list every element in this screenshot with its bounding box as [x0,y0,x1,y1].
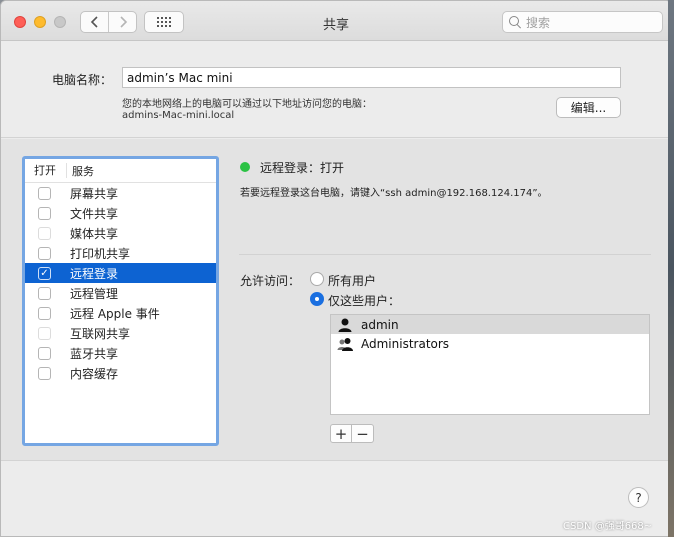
service-checkbox[interactable] [38,246,51,260]
local-address: admins-Mac-mini.local [122,110,235,121]
service-checkbox[interactable] [38,226,51,240]
add-user-button[interactable]: + [330,424,352,443]
service-label: 互联网共享 [70,326,131,341]
user-icon [338,318,352,332]
service-label: 文件共享 [70,206,119,221]
preferences-window: 共享 搜索 电脑名称： 您的本地网络上的电脑可以通过以下地址访问您的电脑： ad… [0,0,672,537]
help-button[interactable]: ? [628,487,649,508]
sharing-main: 打开 服务 屏幕共享文件共享媒体共享打印机共享 ✓ 远程登录远程管理远程 Apple… [1,139,671,461]
header-on: 打开 [25,163,67,178]
edit-button[interactable]: 编辑... [556,97,621,118]
service-checkbox[interactable] [38,206,51,220]
status-text: 远程登录：打开 [260,161,345,175]
allow-access-label: 允许访问： [240,274,301,288]
divider [239,254,651,255]
titlebar: 共享 搜索 [1,1,671,41]
service-row[interactable]: 打印机共享 [25,243,216,263]
status-description: 若要远程登录这台电脑，请键入“ssh admin@192.168.124.174… [240,188,548,199]
service-checkbox[interactable] [38,366,51,380]
desktop-background [668,0,674,537]
service-checkbox[interactable] [38,326,51,340]
service-label: 蓝牙共享 [70,346,119,361]
service-row[interactable]: 文件共享 [25,203,216,223]
service-label: 远程登录 [70,266,119,281]
user-name: Administrators [361,336,450,351]
service-row[interactable]: 互联网共享 [25,323,216,343]
group-icon [337,337,353,351]
service-checkbox[interactable] [38,286,51,300]
service-label: 媒体共享 [70,226,119,241]
service-label: 打印机共享 [70,246,131,261]
service-row[interactable]: 远程管理 [25,283,216,303]
services-header: 打开 服务 [25,159,216,183]
service-row[interactable]: 远程 Apple 事件 [25,303,216,323]
service-checkbox[interactable] [38,186,51,200]
service-checkbox[interactable] [38,346,51,360]
service-label: 远程 Apple 事件 [70,306,160,321]
computer-name-section: 电脑名称： 您的本地网络上的电脑可以通过以下地址访问您的电脑： admins-M… [1,42,671,138]
service-checkbox[interactable]: ✓ [38,266,51,280]
watermark: CSDN @强哥668~ [563,521,653,532]
service-row[interactable]: 蓝牙共享 [25,343,216,363]
search-field[interactable]: 搜索 [502,11,663,33]
user-row-administrators[interactable]: Administrators [331,334,649,353]
radio-these-users-label[interactable]: 仅这些用户： [328,292,400,309]
users-list: admin Administrators [330,314,650,415]
service-label: 远程管理 [70,286,119,301]
service-checkbox[interactable] [38,306,51,320]
remove-user-button[interactable]: − [352,424,374,443]
search-placeholder: 搜索 [526,15,551,30]
service-label: 屏幕共享 [70,186,119,201]
computer-name-label: 电脑名称： [52,73,113,87]
radio-all-users-label[interactable]: 所有用户 [328,272,376,289]
radio-these-users[interactable] [310,292,324,306]
service-row[interactable]: 内容缓存 [25,363,216,383]
header-service: 服务 [72,164,94,178]
service-label: 内容缓存 [70,366,119,381]
status-indicator [240,162,250,172]
computer-name-input[interactable] [122,67,621,88]
radio-all-users[interactable] [310,272,324,286]
address-note: 您的本地网络上的电脑可以通过以下地址访问您的电脑： [122,99,372,110]
user-row-admin[interactable]: admin [331,315,649,334]
service-row[interactable]: 屏幕共享 [25,183,216,203]
service-row[interactable]: 媒体共享 [25,223,216,243]
services-list: 打开 服务 屏幕共享文件共享媒体共享打印机共享 ✓ 远程登录远程管理远程 Apple… [22,156,219,446]
service-row[interactable]: ✓ 远程登录 [25,263,216,283]
search-icon [509,16,521,28]
user-name: admin [361,317,399,332]
